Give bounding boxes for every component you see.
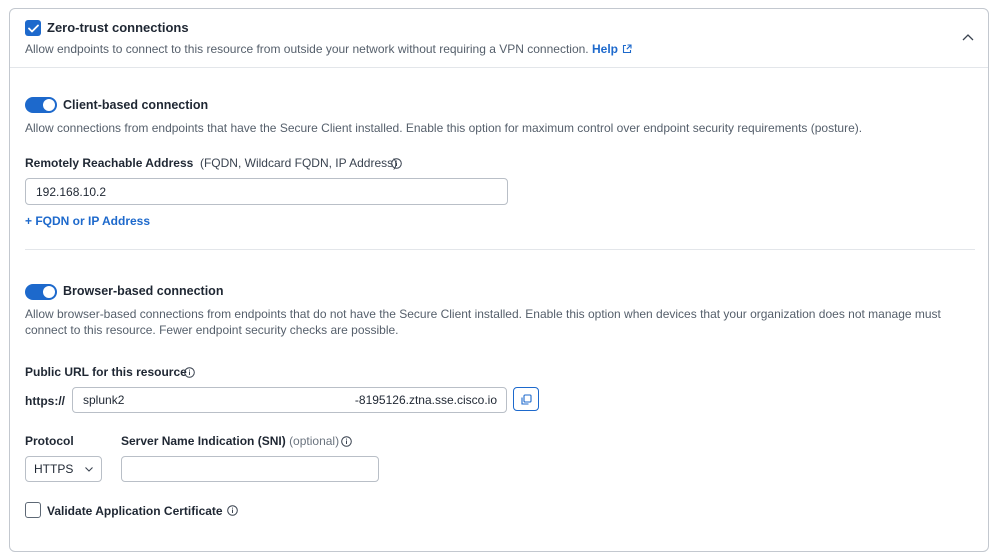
address-hint: (FQDN, Wildcard FQDN, IP Address) [199,156,398,170]
info-icon[interactable] [391,158,402,169]
url-prefix: https:// [25,394,65,408]
zero-trust-description-text: Allow endpoints to connect to this resou… [25,42,589,56]
help-link[interactable]: Help [592,42,618,56]
public-url-field: -8195126.ztna.sse.cisco.io [72,387,507,413]
browser-based-toggle[interactable] [25,284,57,300]
copy-url-button[interactable] [513,387,539,411]
browser-based-description-line1: Allow browser-based connections from end… [25,307,941,321]
zero-trust-panel: Zero-trust connections Allow endpoints t… [9,8,989,552]
validate-certificate-checkbox[interactable] [25,502,41,518]
info-icon[interactable] [341,436,352,447]
protocol-label: Protocol [25,434,74,448]
section-divider [25,249,975,250]
check-icon [27,24,39,32]
public-url-label: Public URL for this resource [25,365,187,379]
external-link-icon[interactable] [622,44,632,54]
client-based-title: Client-based connection [63,98,209,112]
zero-trust-checkbox[interactable] [25,20,41,36]
remotely-reachable-address-input[interactable] [25,178,508,205]
toggle-knob [43,99,55,111]
browser-based-description-line2: connect to this resource. Fewer endpoint… [25,323,399,337]
protocol-value: HTTPS [34,462,74,476]
copy-icon [520,393,532,405]
info-icon[interactable] [227,505,238,516]
protocol-select[interactable]: HTTPS [25,456,102,482]
sni-optional: (optional) [289,434,340,448]
add-fqdn-or-ip-link[interactable]: + FQDN or IP Address [25,214,150,228]
client-based-description: Allow connections from endpoints that ha… [25,121,863,135]
chevron-down-icon [85,466,93,472]
sni-input[interactable] [121,456,379,482]
chevron-up-icon[interactable] [962,33,974,41]
toggle-knob [43,286,55,298]
validate-certificate-label: Validate Application Certificate [47,504,223,518]
info-icon[interactable] [184,367,195,378]
browser-based-title: Browser-based connection [63,284,224,298]
zero-trust-description: Allow endpoints to connect to this resou… [25,42,632,56]
sni-label: Server Name Indication (SNI) (optional) [121,434,339,448]
url-suffix: -8195126.ztna.sse.cisco.io [354,393,497,407]
client-based-toggle[interactable] [25,97,57,113]
help-link-label: Help [591,42,618,56]
address-label-text: Remotely Reachable Address [25,156,194,170]
zero-trust-title: Zero-trust connections [47,20,189,35]
sni-label-text: Server Name Indication (SNI) [121,434,286,448]
address-label: Remotely Reachable Address (FQDN, Wildca… [25,156,397,170]
panel-header: Zero-trust connections Allow endpoints t… [10,9,988,68]
